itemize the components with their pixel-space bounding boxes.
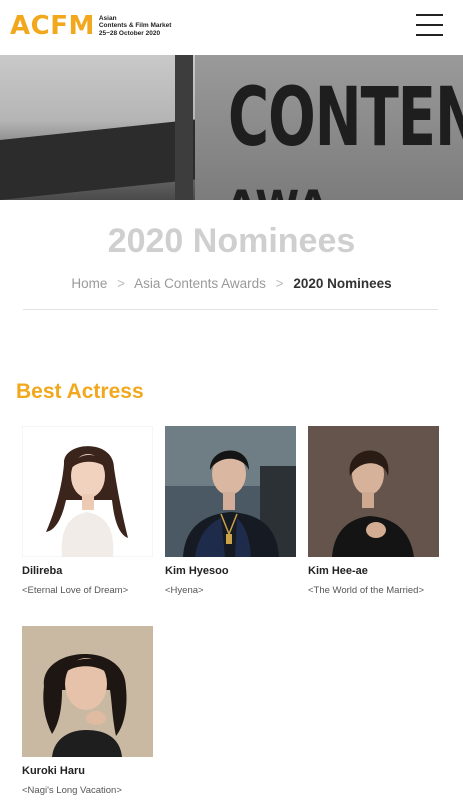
category-title: Best Actress: [16, 380, 144, 403]
nominee-name: Dilireba: [22, 565, 63, 577]
menu-icon-bar: [416, 24, 443, 26]
breadcrumb: Home > Asia Contents Awards > 2020 Nomin…: [0, 276, 463, 291]
chevron-right-icon: >: [275, 276, 284, 291]
site-header: ACFM Asian Contents & Film Market 25~28 …: [0, 0, 463, 55]
nominee-photo[interactable]: [165, 426, 296, 557]
hero-sign-text: CONTENT: [228, 71, 463, 166]
nominee-work: <Hyena>: [165, 585, 204, 596]
menu-icon-bar: [416, 14, 443, 16]
logo-line-1: Asian: [98, 14, 117, 22]
divider: [23, 309, 438, 310]
chevron-right-icon: >: [117, 276, 126, 291]
hero-pillar: [175, 55, 193, 200]
breadcrumb-asia-contents-awards[interactable]: Asia Contents Awards: [134, 276, 266, 291]
nominee-card[interactable]: Dilireba <Eternal Love of Dream>: [22, 426, 153, 596]
logo-line-2: Contents & Film Market: [98, 22, 172, 30]
logo-caption: Asian Contents & Film Market 25~28 Octob…: [99, 15, 172, 38]
nominee-name: Kim Hee-ae: [308, 565, 368, 577]
logo-mark: ACFM: [10, 11, 95, 41]
nominee-name: Kuroki Haru: [22, 765, 85, 777]
nominee-work: <Eternal Love of Dream>: [22, 585, 129, 596]
nominee-photo[interactable]: [22, 626, 153, 757]
nominee-photo[interactable]: [308, 426, 439, 557]
hero-banner: CONTENT AWA: [0, 55, 463, 200]
nominee-work: <The World of the Married>: [308, 585, 424, 596]
logo-line-3: 25~28 October 2020: [98, 29, 161, 37]
breadcrumb-current: 2020 Nominees: [293, 276, 392, 291]
page-title: 2020 Nominees: [107, 222, 356, 260]
nominee-card[interactable]: Kim Hee-ae <The World of the Married>: [308, 426, 439, 596]
hero-sign-text-2: AWA: [226, 183, 328, 200]
nominee-card[interactable]: Kim Hyesoo <Hyena>: [165, 426, 296, 596]
acfm-logo[interactable]: ACFM Asian Contents & Film Market 25~28 …: [10, 13, 171, 39]
menu-icon-bar: [416, 34, 443, 36]
nominee-card[interactable]: Kuroki Haru <Nagi's Long Vacation>: [22, 626, 153, 796]
menu-icon[interactable]: [416, 14, 443, 36]
nominee-work: <Nagi's Long Vacation>: [22, 785, 122, 796]
breadcrumb-home[interactable]: Home: [71, 276, 107, 291]
nominee-name: Kim Hyesoo: [165, 565, 229, 577]
nominee-photo[interactable]: [22, 426, 153, 557]
